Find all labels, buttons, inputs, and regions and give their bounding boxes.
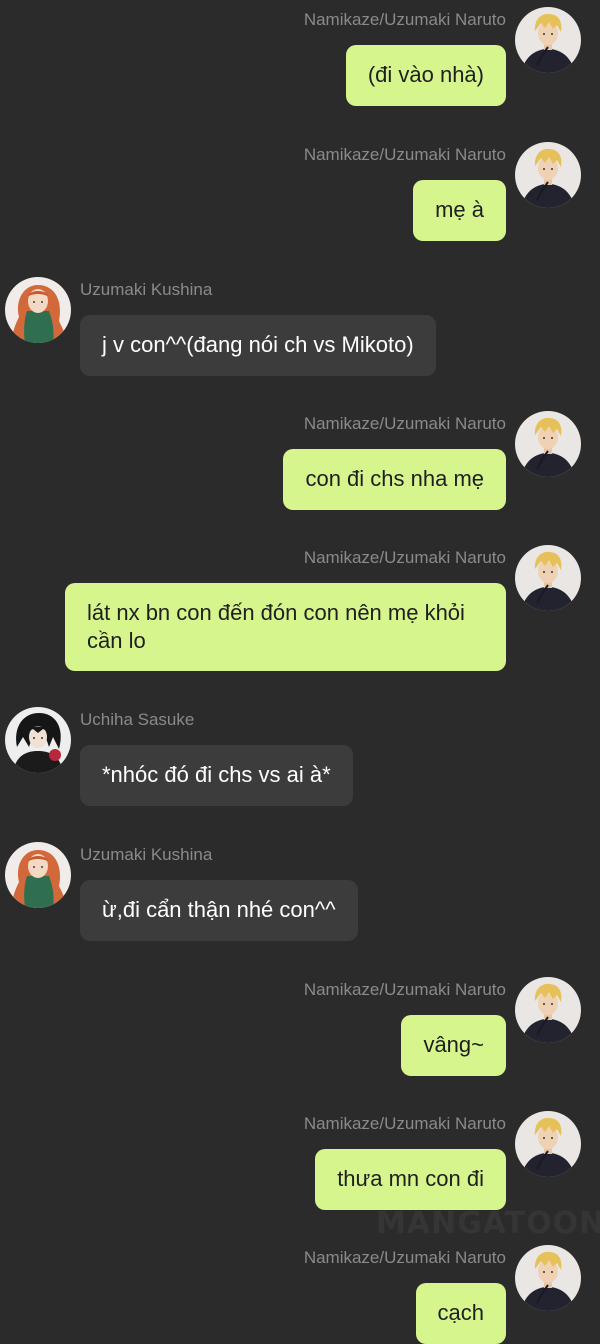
message-bubble: con đi chs nha mẹ bbox=[283, 449, 506, 510]
naruto-avatar-icon[interactable] bbox=[515, 545, 581, 611]
naruto-avatar-icon[interactable] bbox=[515, 977, 581, 1043]
message-bubble: lát nx bn con đến đón con nên mẹ khỏi cầ… bbox=[65, 583, 506, 671]
kushina-avatar-icon[interactable] bbox=[5, 842, 71, 908]
sender-name: Uzumaki Kushina bbox=[80, 845, 213, 864]
message-bubble: j v con^^(đang nói ch vs Mikoto) bbox=[80, 315, 436, 376]
message-bubble: *nhóc đó đi chs vs ai à* bbox=[80, 745, 353, 806]
sender-name: Uchiha Sasuke bbox=[80, 710, 195, 729]
naruto-avatar-icon[interactable] bbox=[515, 142, 581, 208]
message-bubble: thưa mn con đi bbox=[315, 1149, 506, 1210]
sender-name: Namikaze/Uzumaki Naruto bbox=[303, 414, 506, 433]
message-bubble: ừ,đi cẩn thận nhé con^^ bbox=[80, 880, 358, 941]
sender-name: Namikaze/Uzumaki Naruto bbox=[303, 1248, 506, 1267]
sender-name: Namikaze/Uzumaki Naruto bbox=[303, 980, 506, 999]
sender-name: Namikaze/Uzumaki Naruto bbox=[303, 548, 506, 567]
message-bubble: mẹ à bbox=[413, 180, 506, 241]
naruto-avatar-icon[interactable] bbox=[515, 7, 581, 73]
kushina-avatar-icon[interactable] bbox=[5, 277, 71, 343]
sender-name: Namikaze/Uzumaki Naruto bbox=[303, 1114, 506, 1133]
naruto-avatar-icon[interactable] bbox=[515, 1245, 581, 1311]
sender-name: Namikaze/Uzumaki Naruto bbox=[303, 145, 506, 164]
message-bubble: cạch bbox=[415, 1283, 506, 1344]
naruto-avatar-icon[interactable] bbox=[515, 1111, 581, 1177]
sender-name: Namikaze/Uzumaki Naruto bbox=[303, 10, 506, 29]
naruto-avatar-icon[interactable] bbox=[515, 411, 581, 477]
sasuke-avatar-icon[interactable] bbox=[5, 707, 71, 773]
message-bubble: (đi vào nhà) bbox=[345, 45, 506, 106]
message-bubble: vâng~ bbox=[401, 1015, 506, 1076]
watermark: MANGATOON bbox=[376, 1206, 600, 1241]
sender-name: Uzumaki Kushina bbox=[80, 280, 213, 299]
